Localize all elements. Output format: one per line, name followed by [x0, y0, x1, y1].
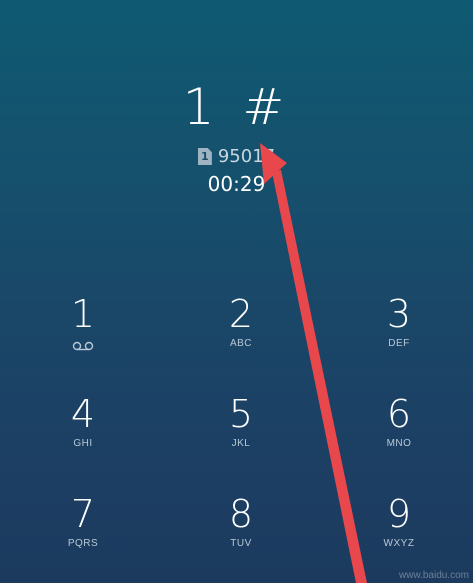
key-digit: 4: [70, 392, 96, 436]
key-digit: 8: [228, 492, 254, 536]
key-letters: PQRS: [67, 538, 99, 549]
sim-card-icon: 1: [197, 148, 212, 165]
key-digit: 6: [386, 392, 412, 436]
key-letters: JKL: [231, 438, 251, 449]
key-digit: 1: [70, 292, 96, 336]
voicemail-icon: [72, 341, 94, 351]
key-digit: 7: [70, 492, 96, 536]
key-3[interactable]: 3 DEF: [344, 292, 454, 372]
key-letters: ABC: [229, 338, 253, 349]
key-9[interactable]: 9 WXYZ: [344, 492, 454, 572]
key-digit: 5: [228, 392, 254, 436]
key-letters: TUV: [230, 538, 252, 549]
key-letters: WXYZ: [383, 538, 415, 549]
key-letters: DEF: [388, 338, 410, 349]
key-digit: 9: [386, 492, 412, 536]
dialed-digits: 1 #: [182, 78, 291, 136]
watermark: www.baidu.com: [398, 570, 469, 581]
key-letters: MNO: [386, 438, 412, 449]
key-5[interactable]: 5 JKL: [186, 392, 296, 472]
key-1[interactable]: 1: [28, 292, 138, 372]
key-4[interactable]: 4 GHI: [28, 392, 138, 472]
call-timer: 00:29: [207, 172, 266, 196]
key-digit: 2: [228, 292, 254, 336]
phone-number: 95017: [217, 146, 276, 167]
key-8[interactable]: 8 TUV: [186, 492, 296, 572]
key-7[interactable]: 7 PQRS: [28, 492, 138, 572]
key-2[interactable]: 2 ABC: [186, 292, 296, 372]
key-digit: 3: [386, 292, 412, 336]
key-letters: GHI: [73, 438, 93, 449]
key-6[interactable]: 6 MNO: [344, 392, 454, 472]
call-info: 1 95017: [0, 146, 473, 167]
